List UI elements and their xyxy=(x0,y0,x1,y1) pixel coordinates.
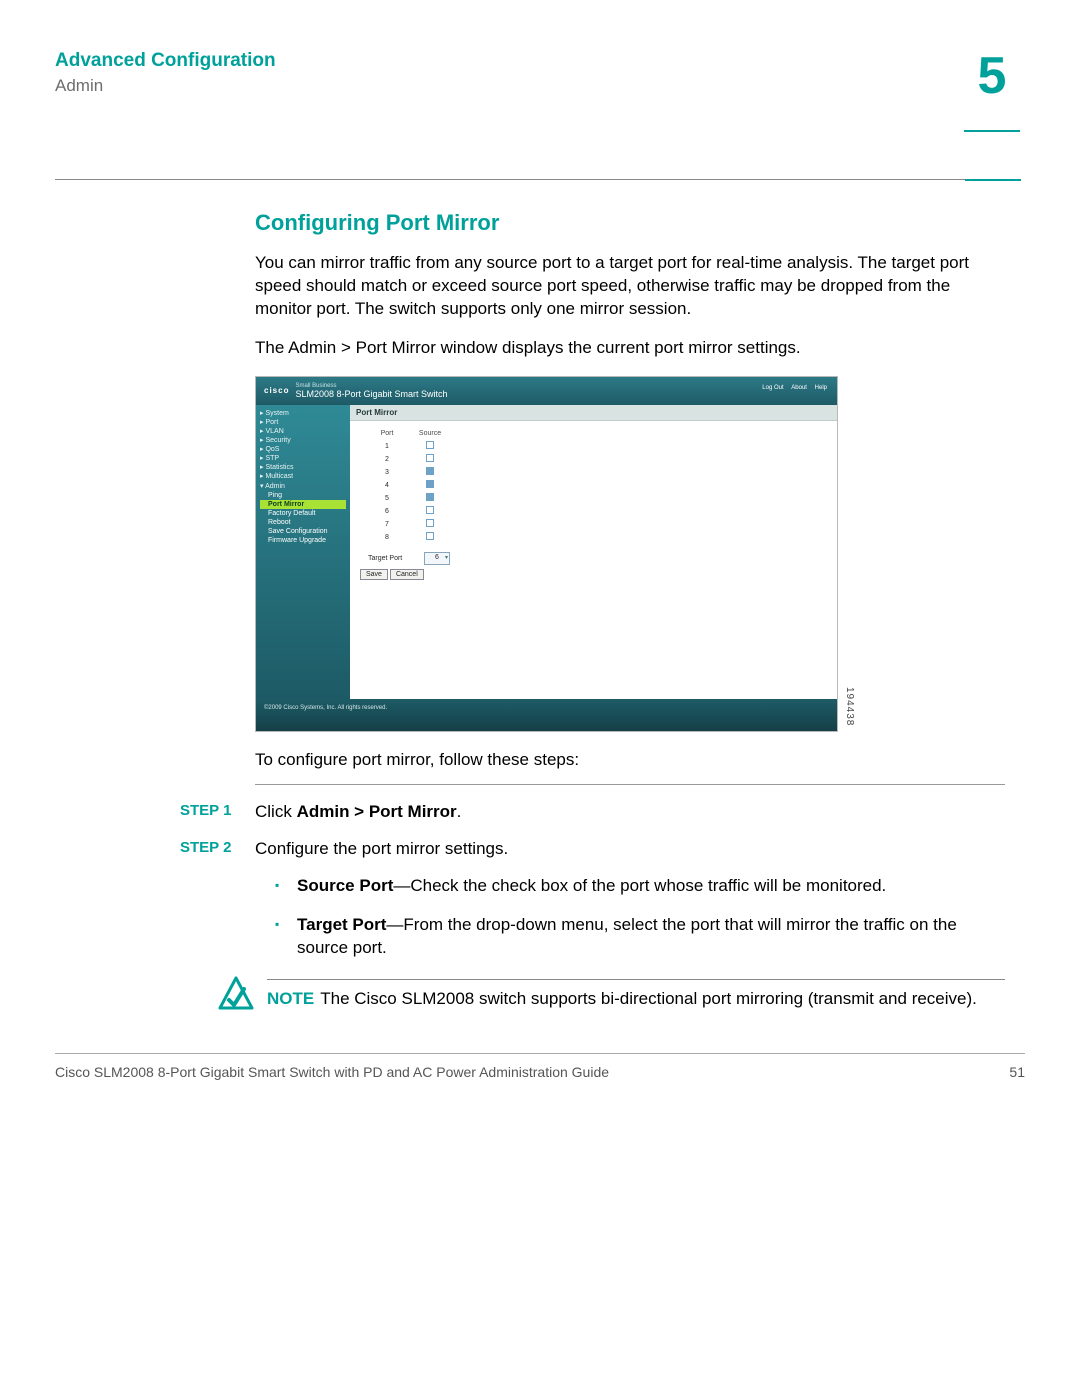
step-1: STEP 1 Click Admin > Port Mirror. xyxy=(255,801,1005,824)
page-content: Configuring Port Mirror You can mirror t… xyxy=(0,140,1080,1013)
ss-source-checkbox[interactable] xyxy=(426,441,434,449)
ss-port-table: Port Source 1 2 3 4 5 6 7 8 xyxy=(368,427,837,544)
ss-panel-title: Port Mirror xyxy=(350,405,837,421)
ss-nav-selected[interactable]: Port Mirror xyxy=(260,500,346,509)
header-breadcrumb: Admin xyxy=(55,76,1025,96)
ss-port-row: 7 xyxy=(368,518,837,531)
footer-page-number: 51 xyxy=(1009,1064,1025,1080)
ss-nav-sub[interactable]: Factory Default xyxy=(260,509,346,518)
ss-product-name: SLM2008 8-Port Gigabit Smart Switch xyxy=(295,389,447,399)
ss-nav-item[interactable]: ▸ Port xyxy=(260,418,346,427)
ss-port-number: 1 xyxy=(368,443,406,450)
ss-port-row: 3 xyxy=(368,466,837,479)
section-title: Configuring Port Mirror xyxy=(255,210,1005,236)
bullet-source-port: Source Port—Check the check box of the p… xyxy=(275,875,1005,898)
note-rule xyxy=(267,979,1005,980)
step-2-bullets: Source Port—Check the check box of the p… xyxy=(275,875,1005,960)
ss-nav-item[interactable]: ▸ Security xyxy=(260,436,346,445)
ss-port-row: 1 xyxy=(368,440,837,453)
step-2-label: STEP 2 xyxy=(180,838,255,861)
ss-port-row: 8 xyxy=(368,531,837,544)
step-2-body: Configure the port mirror settings. xyxy=(255,838,1005,861)
ss-port-number: 7 xyxy=(368,521,406,528)
chapter-number: 5 xyxy=(964,48,1020,105)
ss-port-row: 4 xyxy=(368,479,837,492)
ss-nav-item[interactable]: ▸ Multicast xyxy=(260,472,346,481)
steps-rule xyxy=(255,784,1005,785)
bullet-1-text: —Check the check box of the port whose t… xyxy=(393,876,886,895)
ss-source-checkbox[interactable] xyxy=(426,519,434,527)
ss-nav-item[interactable]: ▸ Statistics xyxy=(260,463,346,472)
page-footer: Cisco SLM2008 8-Port Gigabit Smart Switc… xyxy=(55,1053,1025,1120)
ss-source-checkbox[interactable] xyxy=(426,467,434,475)
ss-port-number: 3 xyxy=(368,469,406,476)
ss-nav-sub[interactable]: Ping xyxy=(260,491,346,500)
ss-port-row: 6 xyxy=(368,505,837,518)
ss-main-panel: Port Mirror Port Source 1 2 3 4 5 6 7 8 Target … xyxy=(350,405,837,713)
step-1-label: STEP 1 xyxy=(180,801,255,824)
note-text: NOTE The Cisco SLM2008 switch supports bi… xyxy=(267,988,1005,1011)
ss-port-row: 5 xyxy=(368,492,837,505)
ss-source-checkbox[interactable] xyxy=(426,506,434,514)
ss-port-number: 4 xyxy=(368,482,406,489)
note-icon xyxy=(217,975,257,1013)
cisco-logo: cisco xyxy=(264,386,289,395)
bullet-1-bold: Source Port xyxy=(297,876,393,895)
ss-side-nav: ▸ System ▸ Port ▸ VLAN ▸ Security ▸ QoS … xyxy=(256,405,350,713)
note-label: NOTE xyxy=(267,989,314,1008)
ss-source-checkbox[interactable] xyxy=(426,454,434,462)
ss-nav-sub[interactable]: Reboot xyxy=(260,518,346,527)
port-mirror-screenshot: 194438 cisco Small Business SLM2008 8-Po… xyxy=(255,376,838,732)
bullet-2-text: —From the drop-down menu, select the por… xyxy=(297,915,957,957)
ss-top-links: Log Out About Help xyxy=(756,385,827,391)
step-1-bold: Admin > Port Mirror xyxy=(297,802,457,821)
ss-port-row: 2 xyxy=(368,453,837,466)
header-title: Advanced Configuration xyxy=(55,50,1025,72)
step-1-body: Click Admin > Port Mirror. xyxy=(255,801,1005,824)
header-rule xyxy=(55,179,965,180)
bullet-target-port: Target Port—From the drop-down menu, sel… xyxy=(275,914,1005,960)
step-2: STEP 2 Configure the port mirror setting… xyxy=(255,838,1005,861)
intro-paragraph-2: The Admin > Port Mirror window displays … xyxy=(255,337,1005,360)
ss-nav-item[interactable]: ▸ System xyxy=(260,409,346,418)
ss-source-checkbox[interactable] xyxy=(426,480,434,488)
ss-nav-item[interactable]: ▸ QoS xyxy=(260,445,346,454)
ss-port-number: 8 xyxy=(368,534,406,541)
note-block: NOTE The Cisco SLM2008 switch supports bi… xyxy=(217,975,1005,1013)
chapter-number-box: 5 xyxy=(964,40,1020,132)
ss-nav-item[interactable]: ▸ STP xyxy=(260,454,346,463)
steps-intro: To configure port mirror, follow these s… xyxy=(255,750,1005,770)
ss-footer-bar: ©2009 Cisco Systems, Inc. All rights res… xyxy=(256,699,837,731)
ss-port-number: 6 xyxy=(368,508,406,515)
ss-target-port-label: Target Port xyxy=(368,555,424,562)
note-body: The Cisco SLM2008 switch supports bi-dir… xyxy=(320,989,977,1008)
footer-doc-title: Cisco SLM2008 8-Port Gigabit Smart Switc… xyxy=(55,1064,609,1080)
ss-nav-sub[interactable]: Save Configuration xyxy=(260,527,346,536)
ss-col-source: Source xyxy=(406,430,454,437)
step-1-prefix: Click xyxy=(255,802,297,821)
bullet-2-bold: Target Port xyxy=(297,915,386,934)
intro-paragraph-1: You can mirror traffic from any source p… xyxy=(255,252,1005,321)
ss-nav-admin[interactable]: ▾ Admin xyxy=(260,482,346,491)
ss-port-number: 2 xyxy=(368,456,406,463)
ss-port-number: 5 xyxy=(368,495,406,502)
ss-col-port: Port xyxy=(368,430,406,437)
ss-cancel-button[interactable]: Cancel xyxy=(390,569,424,580)
screenshot-id-number: 194438 xyxy=(844,687,855,726)
ss-nav-sub[interactable]: Firmware Upgrade xyxy=(260,536,346,545)
ss-header-bar: cisco Small Business SLM2008 8-Port Giga… xyxy=(256,377,837,405)
ss-source-checkbox[interactable] xyxy=(426,532,434,540)
ss-link-about[interactable]: About xyxy=(791,385,807,391)
ss-nav-item[interactable]: ▸ VLAN xyxy=(260,427,346,436)
page-header: Advanced Configuration Admin 5 xyxy=(0,0,1080,140)
step-1-suffix: . xyxy=(457,802,462,821)
ss-target-port-row: Target Port 6 xyxy=(368,552,837,565)
ss-source-checkbox[interactable] xyxy=(426,493,434,501)
ss-target-port-select[interactable]: 6 xyxy=(424,552,450,565)
ss-save-button[interactable]: Save xyxy=(360,569,388,580)
ss-link-help[interactable]: Help xyxy=(815,385,827,391)
ss-link-logout[interactable]: Log Out xyxy=(762,385,783,391)
